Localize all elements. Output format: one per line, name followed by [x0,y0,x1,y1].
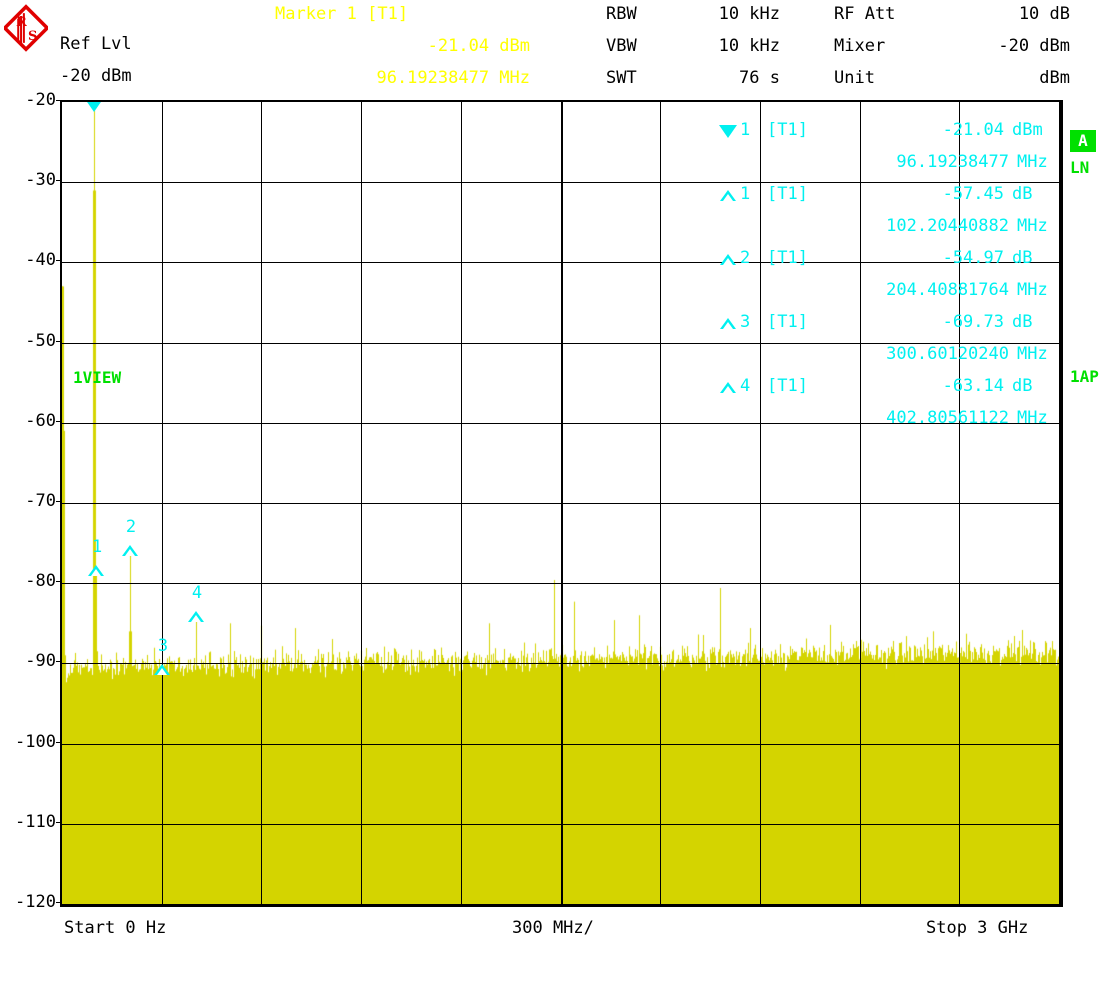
detector-indicator: 1AP [1070,367,1099,386]
ref-level-value: -20 dBm [60,66,132,86]
rf-att-value: 10 dB [1018,4,1070,24]
y-axis-tick: -50 [25,330,56,351]
rbw-label: RBW [606,4,637,24]
grid-line-vertical [959,102,960,904]
y-axis-tick: -100 [15,731,56,752]
y-axis-tick: -90 [25,651,56,672]
y-axis-tick: -30 [25,170,56,191]
y-axis-tick: -80 [25,571,56,592]
swt-label: SWT [606,68,637,88]
marker-title: Marker 1 [T1] [275,4,409,24]
x-axis-start-label: Start 0 Hz [64,918,167,938]
trace-mode-label: 1VIEW [73,368,122,387]
svg-text:R: R [16,15,27,30]
svg-text:S: S [28,29,37,44]
swt-value: 76 s [739,68,780,88]
line-mode-indicator: LN [1070,158,1090,177]
y-axis-tick: -20 [25,90,56,110]
rbw-value: 10 kHz [718,4,780,24]
y-axis-tick: -40 [25,250,56,271]
x-axis-per-div-label: 300 MHz/ [512,918,594,938]
spectrum-plot-area[interactable]: 11234 1[T1]-21.04dBm96.19238477MHz1[T1]-… [60,100,1063,907]
grid-line-vertical [760,102,761,904]
screen-a-indicator: A [1070,130,1096,152]
grid-line-vertical [561,102,563,904]
y-axis-tick: -120 [15,892,56,912]
y-axis-tick: -70 [25,491,56,511]
grid-line-vertical [162,102,163,904]
mixer-label: Mixer [834,36,886,56]
vbw-label: VBW [606,36,637,56]
grid-line-vertical [461,102,462,904]
unit-label: Unit [834,68,875,88]
grid-line-vertical [361,102,362,904]
trace-marker-delta [121,545,138,557]
rf-att-label: RF Att [834,4,896,24]
x-axis-stop-label: Stop 3 GHz [926,918,1029,938]
y-axis-tick: -110 [15,811,56,832]
grid-line-vertical [860,102,861,904]
trace-marker-label: 4 [191,582,203,603]
grid-line-vertical [261,102,262,904]
rohde-schwarz-logo-icon: R S [2,4,50,52]
marker-level-readout: -21.04 dBm [427,36,530,56]
marker-frequency-readout: 96.19238477 MHz [376,68,530,88]
trace-marker-delta [87,565,104,577]
mixer-value: -20 dBm [998,36,1070,56]
spectrum-analyzer-screen: R S Ref Lvl -20 dBm Marker 1 [T1] -21.04… [0,0,1120,986]
ref-level-label: Ref Lvl [60,34,132,54]
trace-marker-label: 3 [157,635,169,656]
y-axis-tick: -60 [25,410,56,431]
trace-marker-delta [187,610,204,622]
grid-line-vertical [660,102,661,904]
unit-value: dBm [1039,68,1070,88]
plot-grid [62,102,1059,904]
trace-marker-delta [153,663,170,675]
vbw-value: 10 kHz [718,36,780,56]
trace-marker-label: 1 [91,537,103,558]
trace-marker-label: 2 [125,517,137,538]
trace-marker-reference [84,102,103,113]
